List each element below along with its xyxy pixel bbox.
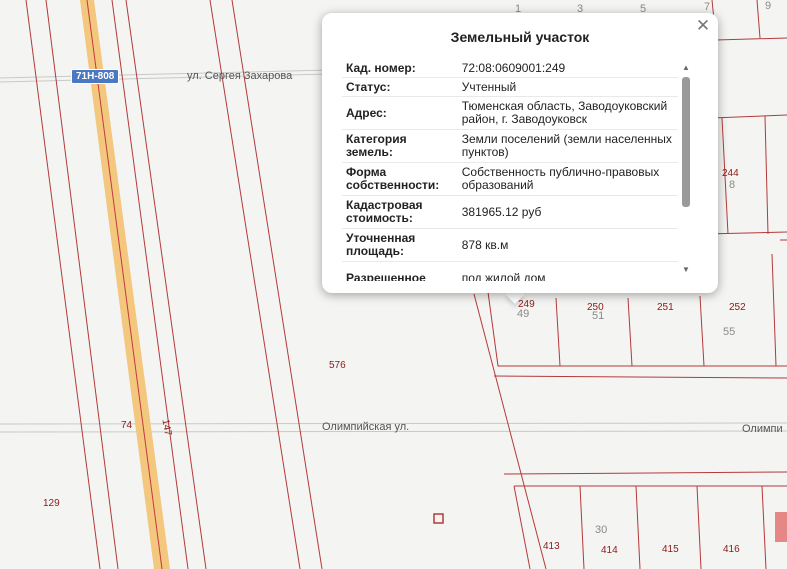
- row-value: Учтенный: [457, 77, 678, 97]
- table-row: Адрес: Тюменская область, Заводоуковский …: [342, 96, 678, 130]
- row-label: Форма собственности:: [342, 162, 458, 196]
- parcel-info-scroll-area[interactable]: Кад. номер: 72:08:0609001:249 Статус: Учте…: [342, 59, 678, 281]
- parcel-info-table: Кад. номер: 72:08:0609001:249 Статус: Учте…: [342, 59, 678, 281]
- row-label: Статус:: [342, 77, 458, 97]
- table-row: Кадастровая стоимость: 381965.12 руб: [342, 195, 678, 229]
- street-label-olimpiyskaya-2: Олимпи: [742, 423, 783, 435]
- row-value: Собственность публично-правовых образова…: [457, 162, 678, 196]
- house-number: 49: [517, 308, 530, 320]
- row-label: Категория земель:: [342, 129, 458, 163]
- house-number: 9: [765, 0, 772, 12]
- house-number: 7: [704, 1, 711, 13]
- table-row: Разрешенное под жилой дом: [342, 261, 678, 281]
- house-number: 30: [595, 524, 608, 536]
- parcel-number: 252: [729, 302, 746, 313]
- highlighted-parcel[interactable]: [775, 512, 787, 542]
- table-row: Уточненная площадь: 878 кв.м: [342, 228, 678, 262]
- house-number: 55: [723, 326, 736, 338]
- parcel-number: 414: [601, 545, 618, 556]
- parcel-number: 251: [657, 302, 674, 313]
- parcel-number: 416: [723, 544, 740, 555]
- table-row: Статус: Учтенный: [342, 77, 678, 97]
- road-shield: 71Н-808: [71, 69, 120, 84]
- table-row: Форма собственности: Собственность публич…: [342, 162, 678, 196]
- row-value: под жилой дом: [457, 261, 678, 281]
- table-row: Категория земель: Земли поселений (земли …: [342, 129, 678, 163]
- popup-title: Земельный участок: [450, 29, 590, 45]
- scrollbar-thumb[interactable]: [682, 77, 690, 207]
- house-number: 8: [729, 179, 736, 191]
- row-label: Уточненная площадь:: [342, 228, 458, 262]
- parcel-info-popup: Земельный участок ✕ Кад. номер: 72:08:060…: [322, 13, 718, 293]
- parcel-number: 413: [543, 541, 560, 552]
- table-row: Кад. номер: 72:08:0609001:249: [342, 59, 678, 78]
- parcel-number: 129: [43, 498, 60, 509]
- row-value: Тюменская область, Заводоуковский район,…: [457, 96, 678, 130]
- house-number: 51: [592, 310, 605, 322]
- row-value: Земли поселений (земли населенных пункто…: [457, 129, 678, 163]
- close-icon[interactable]: ✕: [694, 15, 712, 37]
- street-label-zakharova: ул. Сергея Захарова: [187, 70, 293, 82]
- row-label: Кад. номер:: [342, 59, 458, 78]
- row-label: Кадастровая стоимость:: [342, 195, 458, 229]
- parcel-number: 415: [662, 544, 679, 555]
- row-value: 878 кв.м: [457, 228, 678, 262]
- street-label-olimpiyskaya: Олимпийская ул.: [322, 421, 410, 433]
- row-value: 381965.12 руб: [457, 195, 678, 229]
- parcel-number: 576: [329, 360, 346, 371]
- row-label: Адрес:: [342, 96, 458, 130]
- row-value: 72:08:0609001:249: [457, 59, 678, 78]
- parcel-number: 244: [722, 168, 739, 179]
- scroll-up-arrow-icon[interactable]: ▲: [680, 63, 692, 72]
- scroll-down-arrow-icon[interactable]: ▼: [680, 265, 692, 274]
- row-label: Разрешенное: [342, 261, 458, 281]
- parcel-number: 74: [121, 420, 133, 431]
